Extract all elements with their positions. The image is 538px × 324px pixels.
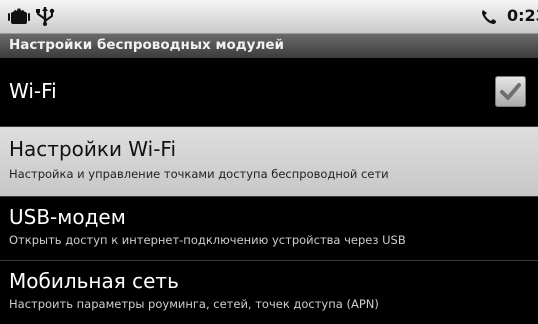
wifi-checkbox[interactable] xyxy=(495,76,526,107)
wifi-label: Wi-Fi xyxy=(9,79,57,103)
android-icon xyxy=(8,6,30,26)
usb-icon xyxy=(34,6,56,26)
page-title: Настройки беспроводных модулей xyxy=(9,37,284,53)
wifi-settings-row[interactable]: Настройки Wi-Fi Настройка и управление т… xyxy=(0,127,538,196)
wifi-settings-title: Настройки Wi-Fi xyxy=(9,137,177,161)
mobile-network-row[interactable]: Мобильная сеть Настроить параметры роуми… xyxy=(0,261,538,324)
usb-modem-subtitle: Открыть доступ к интернет-подключению ус… xyxy=(9,233,406,247)
status-bar: 0:23 xyxy=(0,0,538,34)
mobile-network-title: Мобильная сеть xyxy=(9,269,179,293)
mobile-network-subtitle: Настроить параметры роуминга, сетей, точ… xyxy=(9,297,379,311)
checkmark-icon xyxy=(500,83,521,100)
wifi-toggle-row[interactable]: Wi-Fi xyxy=(0,59,538,126)
clock: 0:23 xyxy=(507,6,538,25)
title-bar: Настройки беспроводных модулей xyxy=(0,34,538,58)
wifi-settings-subtitle: Настройка и управление точками доступа б… xyxy=(9,167,389,181)
usb-modem-title: USB-модем xyxy=(9,205,126,229)
phone-icon xyxy=(480,8,498,26)
usb-modem-row[interactable]: USB-модем Открыть доступ к интернет-подк… xyxy=(0,197,538,260)
screen: 0:23 Настройки беспроводных модулей Wi-F… xyxy=(0,0,538,324)
